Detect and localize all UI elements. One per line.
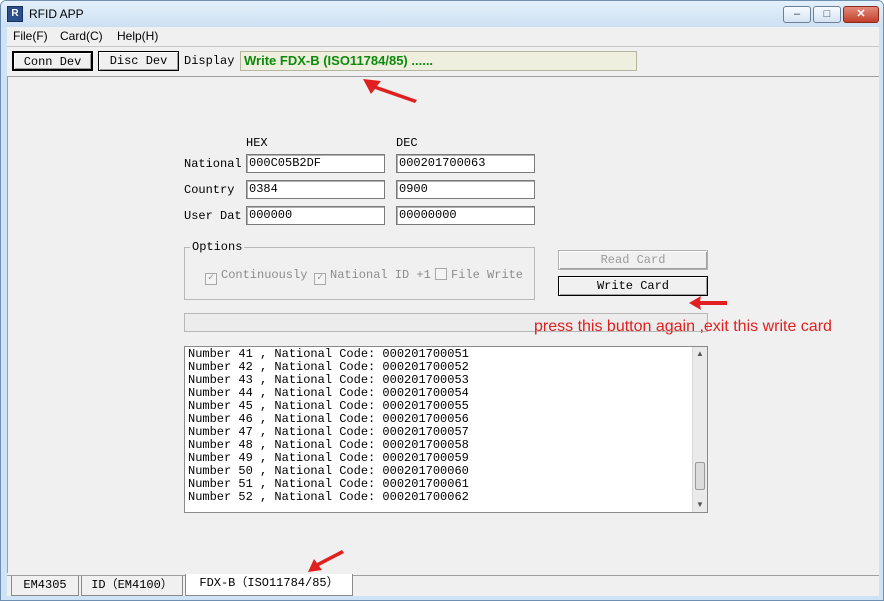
conn-dev-button[interactable]: Conn Dev	[12, 51, 93, 71]
log-line[interactable]: Number 52 , National Code: 000201700062	[188, 491, 688, 504]
check-icon: ✓	[314, 273, 326, 285]
continuously-checkbox[interactable]: ✓ Continuously	[205, 268, 307, 285]
log-scrollbar[interactable]: ▲ ▼	[692, 347, 707, 512]
menu-file[interactable]: File(F)	[13, 29, 48, 43]
unchecked-box-icon	[435, 268, 447, 280]
country-dec-input[interactable]: 0900	[396, 180, 535, 199]
file-write-checkbox[interactable]: File Write	[435, 268, 523, 282]
national-id-increment-checkbox[interactable]: ✓ National ID +1	[314, 268, 431, 285]
tab-em4305[interactable]: EM4305	[11, 576, 79, 596]
tab-fdx-b[interactable]: FDX-B（ISO11784/85）	[185, 574, 353, 596]
options-title: Options	[190, 240, 245, 254]
arrow-icon	[308, 550, 344, 572]
read-card-button[interactable]: Read Card	[558, 250, 708, 270]
hex-header: HEX	[246, 136, 268, 150]
maximize-button[interactable]: □	[813, 6, 841, 23]
window-title: RFID APP	[29, 7, 84, 21]
arrow-icon	[689, 296, 727, 310]
user-data-hex-input[interactable]: 000000	[246, 206, 385, 225]
check-icon: ✓	[205, 273, 217, 285]
arrow-icon	[363, 79, 417, 103]
national-label: National	[184, 157, 242, 171]
tab-bar: EM4305 ID（EM4100） FDX-B（ISO11784/85）	[7, 574, 879, 596]
national-hex-input[interactable]: 000C05B2DF	[246, 154, 385, 173]
display-label: Display	[184, 54, 235, 68]
menu-bar: File(F) Card(C) Help(H)	[7, 27, 879, 46]
title-bar[interactable]: R RFID APP – □ ✕	[1, 1, 883, 27]
write-card-button[interactable]: Write Card	[558, 276, 708, 296]
minimize-button[interactable]: –	[783, 6, 811, 23]
user-data-label: User Dat	[184, 209, 242, 223]
log-listbox[interactable]: Number 41 , National Code: 000201700051 N…	[184, 346, 708, 513]
main-panel: HEX DEC National 000C05B2DF 000201700063…	[7, 76, 879, 573]
client-area: File(F) Card(C) Help(H) Conn Dev Disc De…	[7, 27, 879, 596]
close-button[interactable]: ✕	[843, 6, 879, 23]
toolbar-divider	[7, 46, 879, 47]
display-status: Write FDX-B (ISO11784/85) ......	[240, 51, 637, 71]
menu-help[interactable]: Help(H)	[117, 29, 158, 43]
scroll-thumb[interactable]	[695, 462, 705, 490]
continuously-label: Continuously	[221, 268, 308, 282]
country-label: Country	[184, 183, 235, 197]
app-window: R RFID APP – □ ✕ File(F) Card(C) Help(H)…	[0, 0, 884, 601]
app-icon: R	[7, 6, 23, 22]
file-write-label: File Write	[451, 268, 524, 282]
national-dec-input[interactable]: 000201700063	[396, 154, 535, 173]
user-data-dec-input[interactable]: 00000000	[396, 206, 535, 225]
annotation-text: press this button again ,exit this write…	[534, 318, 832, 335]
tab-id-em4100[interactable]: ID（EM4100）	[81, 576, 183, 596]
country-hex-input[interactable]: 0384	[246, 180, 385, 199]
scroll-up-arrow-icon[interactable]: ▲	[693, 347, 707, 361]
scroll-down-arrow-icon[interactable]: ▼	[693, 498, 707, 512]
national-id-increment-label: National ID +1	[330, 268, 431, 282]
menu-card[interactable]: Card(C)	[60, 29, 103, 43]
dec-header: DEC	[396, 136, 418, 150]
log-lines: Number 41 , National Code: 000201700051 N…	[188, 348, 688, 504]
disc-dev-button[interactable]: Disc Dev	[98, 51, 179, 71]
